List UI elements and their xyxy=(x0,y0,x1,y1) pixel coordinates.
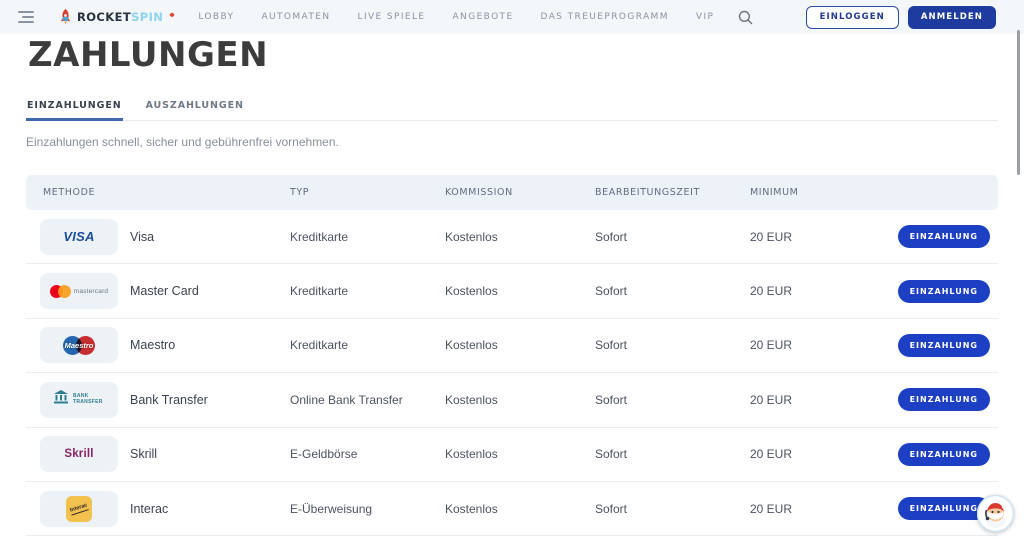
method-processing-time: Sofort xyxy=(595,230,750,244)
method-minimum: 20 EUR xyxy=(750,230,880,244)
method-processing-time: Sofort xyxy=(595,502,750,516)
method-type: Kreditkarte xyxy=(290,284,445,298)
method-commission: Kostenlos xyxy=(445,502,595,516)
method-cell: Maestro Maestro xyxy=(26,327,290,363)
main-nav: LOBBY AUTOMATEN LIVE SPIELE ANGEBOTE DAS TRE… xyxy=(198,12,714,22)
method-name: Visa xyxy=(130,230,154,244)
payment-method-logo: Interac xyxy=(40,491,118,527)
logo-text: Maestro xyxy=(40,341,118,350)
tab[interactable]: AUSZAHLUNGEN xyxy=(145,96,245,120)
nav-item[interactable]: DAS TREUEPROGRAMM xyxy=(541,12,669,22)
column-header: METHODE xyxy=(26,187,290,198)
table-header-row: METHODETYPKOMMISSIONBEARBEITUNGSZEITMINI… xyxy=(26,175,998,210)
top-header: ROCKETSPIN LOBBY AUTOMATEN LIVE SPIELE ANGE… xyxy=(0,0,1024,34)
payment-methods-table: METHODETYPKOMMISSIONBEARBEITUNGSZEITMINI… xyxy=(26,175,998,536)
page-description: Einzahlungen schnell, sicher und gebühre… xyxy=(26,135,998,149)
method-cell: Bank Transfer Bank Transfer xyxy=(26,382,290,418)
method-cell: VISA Visa xyxy=(26,219,290,255)
table-row: Maestro Maestro Kreditkarte Kostenlos So… xyxy=(26,319,998,373)
method-processing-time: Sofort xyxy=(595,338,750,352)
support-chat-button[interactable] xyxy=(977,495,1014,532)
logo-spark-icon xyxy=(170,12,176,18)
method-type: Online Bank Transfer xyxy=(290,393,445,407)
payments-tabs: EINZAHLUNGEN AUSZAHLUNGEN xyxy=(26,96,998,121)
method-commission: Kostenlos xyxy=(445,447,595,461)
tab[interactable]: EINZAHLUNGEN xyxy=(26,96,123,120)
page-title: ZAHLUNGEN xyxy=(28,38,998,72)
method-cell: Skrill Skrill xyxy=(26,436,290,472)
method-commission: Kostenlos xyxy=(445,284,595,298)
nav-item[interactable]: ANGEBOTE xyxy=(453,12,514,22)
brand-text-primary: ROCKET xyxy=(77,10,131,24)
method-processing-time: Sofort xyxy=(595,393,750,407)
payment-method-logo: Maestro xyxy=(40,327,118,363)
search-icon[interactable] xyxy=(738,10,753,25)
logo-text: Skrill xyxy=(64,448,93,460)
table-row: Bank Transfer Bank Transfer Online Bank … xyxy=(26,373,998,427)
deposit-button[interactable]: EINZAHLUNG xyxy=(898,334,990,357)
payment-method-logo: VISA xyxy=(40,219,118,255)
deposit-button[interactable]: EINZAHLUNG xyxy=(898,388,990,411)
brand-logo[interactable]: ROCKETSPIN xyxy=(58,9,172,25)
column-header: MINIMUM xyxy=(750,187,880,198)
payment-method-logo: Skrill xyxy=(40,436,118,472)
logo-text: VISA xyxy=(63,229,94,244)
scrollbar-thumb[interactable] xyxy=(1017,30,1020,175)
method-type: E-Überweisung xyxy=(290,502,445,516)
method-name: Maestro xyxy=(130,338,175,352)
method-name: Bank Transfer xyxy=(130,393,208,407)
deposit-button[interactable]: EINZAHLUNG xyxy=(898,280,990,303)
payment-method-logo: Bank Transfer xyxy=(40,382,118,418)
table-row: Skrill Skrill E-Geldbörse Kostenlos Sofo… xyxy=(26,428,998,482)
brand-text-secondary: SPIN xyxy=(131,10,163,24)
signup-button[interactable]: ANMELDEN xyxy=(908,6,996,29)
method-minimum: 20 EUR xyxy=(750,502,880,516)
method-minimum: 20 EUR xyxy=(750,284,880,298)
rocket-icon xyxy=(58,9,73,25)
method-commission: Kostenlos xyxy=(445,338,595,352)
method-commission: Kostenlos xyxy=(445,230,595,244)
logo-circle-right xyxy=(58,285,71,298)
login-button[interactable]: EINLOGGEN xyxy=(806,6,899,29)
bank-building-icon xyxy=(53,390,69,409)
method-cell: Interac Interac xyxy=(26,491,290,527)
deposit-button[interactable]: EINZAHLUNG xyxy=(898,225,990,248)
table-row: VISA Visa Kreditkarte Kostenlos Sofort 2… xyxy=(26,210,998,264)
method-type: Kreditkarte xyxy=(290,338,445,352)
method-commission: Kostenlos xyxy=(445,393,595,407)
nav-item[interactable]: LIVE SPIELE xyxy=(358,12,426,22)
method-name: Skrill xyxy=(130,447,157,461)
logo-text: Bank Transfer xyxy=(73,394,105,405)
nav-item[interactable]: VIP xyxy=(696,12,714,22)
nav-item[interactable]: LOBBY xyxy=(198,12,234,22)
deposit-button[interactable]: EINZAHLUNG xyxy=(898,443,990,466)
column-header: KOMMISSION xyxy=(445,187,595,198)
method-cell: mastercard Master Card xyxy=(26,273,290,309)
method-type: Kreditkarte xyxy=(290,230,445,244)
table-row: Interac Interac E-Überweisung Kostenlos … xyxy=(26,482,998,536)
hamburger-menu-icon[interactable] xyxy=(18,11,36,23)
method-minimum: 20 EUR xyxy=(750,338,880,352)
auth-buttons: EINLOGGEN ANMELDEN xyxy=(806,6,1010,29)
method-minimum: 20 EUR xyxy=(750,447,880,461)
method-name: Interac xyxy=(130,502,168,516)
logo-text: mastercard xyxy=(74,288,109,295)
payment-method-logo: mastercard xyxy=(40,273,118,309)
table-body: VISA Visa Kreditkarte Kostenlos Sofort 2… xyxy=(26,210,998,536)
method-minimum: 20 EUR xyxy=(750,393,880,407)
column-header: BEARBEITUNGSZEIT xyxy=(595,187,750,198)
method-processing-time: Sofort xyxy=(595,284,750,298)
payments-page: ZAHLUNGEN EINZAHLUNGEN AUSZAHLUNGEN Einza… xyxy=(0,38,1024,536)
table-row: mastercard Master Card Kreditkarte Koste… xyxy=(26,264,998,318)
method-type: E-Geldbörse xyxy=(290,447,445,461)
column-header: TYP xyxy=(290,187,445,198)
method-name: Master Card xyxy=(130,284,199,298)
nav-item[interactable]: AUTOMATEN xyxy=(261,12,330,22)
method-processing-time: Sofort xyxy=(595,447,750,461)
